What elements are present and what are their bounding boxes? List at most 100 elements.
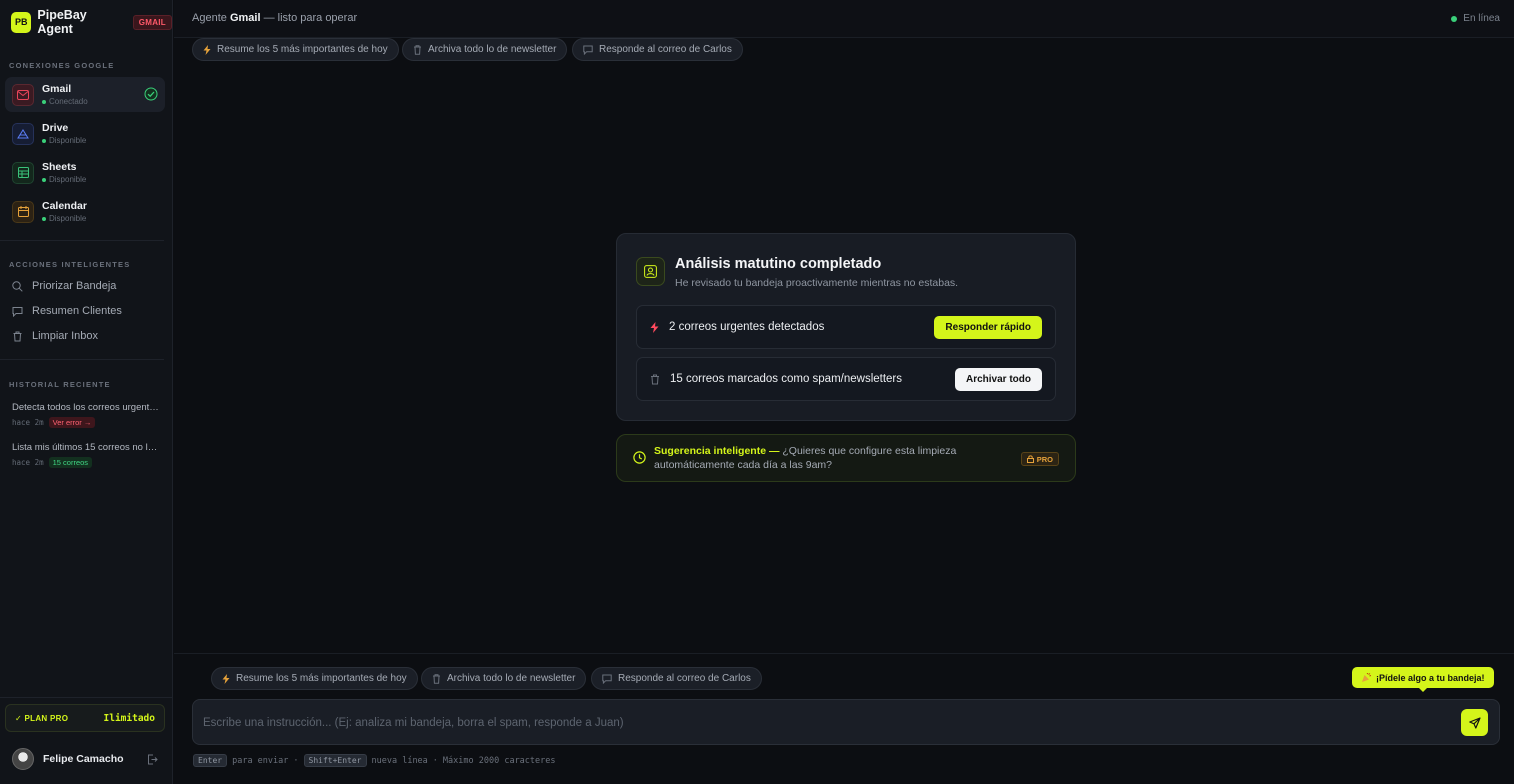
connection-drive[interactable]: Drive Disponible [5,116,165,151]
composer-divider [174,653,1514,654]
quick-chip-archive[interactable]: Archiva todo lo de newsletter [402,38,568,61]
card-title: Análisis matutino completado [675,256,882,272]
connection-sheets[interactable]: Sheets Disponible [5,155,165,190]
logout-icon[interactable] [147,754,158,765]
calendar-icon [12,200,34,223]
smart-suggestion[interactable]: Sugerencia inteligente — ¿Quieres que co… [616,434,1076,482]
connection-status: Disponible [49,136,87,145]
card-subtitle: He revisado tu bandeja proactivamente mi… [675,277,959,289]
trash-icon [13,331,22,341]
history-item[interactable]: Detecta todos los correos urgentes y res… [12,402,162,428]
connection-status: Disponible [49,214,87,223]
connection-name: Sheets [42,161,77,173]
brand-name: PipeBay Agent [37,8,87,36]
sidebar-divider [0,359,164,360]
header: Agente Gmail — listo para operar En líne… [174,0,1514,38]
row-text: 15 correos marcados como spam/newsletter… [670,373,903,385]
chat-icon [12,306,23,317]
search-icon [12,280,23,292]
instruction-input[interactable] [203,713,1453,733]
chip-label: Resume los 5 más importantes de hoy [236,673,407,684]
clock-icon [633,451,646,464]
analysis-card: Análisis matutino completado He revisado… [616,233,1076,421]
sheet-icon [12,161,34,184]
plan-label: ✓ PLAN PRO [15,713,69,723]
history-time: hace 2m [12,458,44,467]
sidebar-divider [0,240,164,241]
composer-chip-archive[interactable]: Archiva todo lo de newsletter [421,667,587,690]
trash-icon [651,374,659,384]
spam-row: 15 correos marcados como spam/newsletter… [636,357,1056,401]
quick-chip-reply[interactable]: Responde al correo de Carlos [572,38,743,61]
lock-icon [1026,455,1034,463]
suggestion-text: Sugerencia inteligente — ¿Quieres que co… [654,445,984,472]
party-icon [1362,672,1371,682]
bolt-icon [203,44,211,55]
send-button[interactable] [1461,709,1488,736]
title-suffix: — listo para operar [260,12,358,24]
connection-name: Gmail [42,83,72,95]
sidebar-divider [0,697,173,698]
composer-chip-summarize[interactable]: Resume los 5 más importantes de hoy [211,667,418,690]
composer-chip-reply[interactable]: Responde al correo de Carlos [591,667,762,690]
shift-enter-key: Shift+Enter [303,754,367,767]
row-text: 2 correos urgentes detectados [669,321,825,333]
send-icon [1468,716,1481,729]
chat-icon [602,674,612,684]
action-clean-inbox[interactable]: Limpiar Inbox [12,330,98,342]
history-title: HISTORIAL RECIENTE [9,380,111,389]
quick-reply-button[interactable]: Responder rápido [934,315,1042,339]
suggestion-lead: Sugerencia inteligente — [654,445,780,457]
drive-icon [12,122,34,145]
plan-box[interactable]: ✓ PLAN PRO Ilimitado [5,704,165,732]
quick-chip-summarize[interactable]: Resume los 5 más importantes de hoy [192,38,399,61]
brand[interactable]: PB PipeBay Agent GMAIL [11,8,172,36]
actions-title: ACCIONES INTELIGENTES [9,260,131,269]
title-app: Gmail [229,12,261,24]
connection-calendar[interactable]: Calendar Disponible [5,194,165,229]
check-circle-icon [144,87,158,101]
sidebar: PB PipeBay Agent GMAIL CONEXIONES GOOGLE… [0,0,173,784]
action-label: Resumen Clientes [32,305,122,317]
chip-label: Archiva todo lo de newsletter [447,673,576,684]
action-prioritize[interactable]: Priorizar Bandeja [12,280,116,292]
composer [192,699,1500,745]
action-label: Limpiar Inbox [32,330,99,342]
composer-hint: Enter para enviar · Shift+Enter nueva lí… [193,754,556,767]
urgent-row: 2 correos urgentes detectados Responder … [636,305,1056,349]
mail-icon [12,83,34,106]
history-title-text: Detecta todos los correos urgentes y res [12,402,162,413]
user-row: Felipe Camacho [12,748,158,770]
connection-name: Calendar [42,200,87,212]
title-prefix: Agente [192,12,227,24]
enter-key: Enter [193,754,228,767]
archive-all-button[interactable]: Archivar todo [954,367,1042,391]
trash-icon [414,44,421,55]
history-item[interactable]: Lista mis últimos 15 correos no leídos h… [12,442,162,468]
chip-label: Archiva todo lo de newsletter [428,44,557,55]
action-client-summary[interactable]: Resumen Clientes [12,305,122,317]
connections-title: CONEXIONES GOOGLE [9,61,115,70]
page-title: Agente Gmail — listo para operar [192,12,357,24]
history-time: hace 2m [12,418,44,427]
tooltip-text: ¡Pídele algo a tu bandeja! [1376,672,1485,683]
history-title-text: Lista mis últimos 15 correos no leídos [12,442,162,453]
brand-badge: GMAIL [132,14,172,30]
connection-gmail[interactable]: Gmail Conectado [5,77,165,112]
chip-label: Responde al correo de Carlos [618,673,751,684]
max-chars-hint: Máximo 2000 caracteres [442,755,556,766]
connection-name: Drive [42,122,69,134]
brand-logo: PB [11,11,32,33]
composer-tooltip: ¡Pídele algo a tu bandeja! [1352,667,1494,692]
online-status: En línea [1451,13,1500,24]
user-scan-icon [636,257,665,286]
connection-status: Conectado [49,97,88,106]
view-error-link[interactable]: Ver error → [48,417,96,428]
pro-badge-label: PRO [1036,454,1053,464]
user-name: Felipe Camacho [43,753,124,765]
bolt-icon [650,321,659,333]
online-status-label: En línea [1463,13,1500,24]
avatar[interactable] [12,748,34,770]
enter-hint: para enviar [232,755,289,766]
result-badge: 15 correos [48,457,93,468]
